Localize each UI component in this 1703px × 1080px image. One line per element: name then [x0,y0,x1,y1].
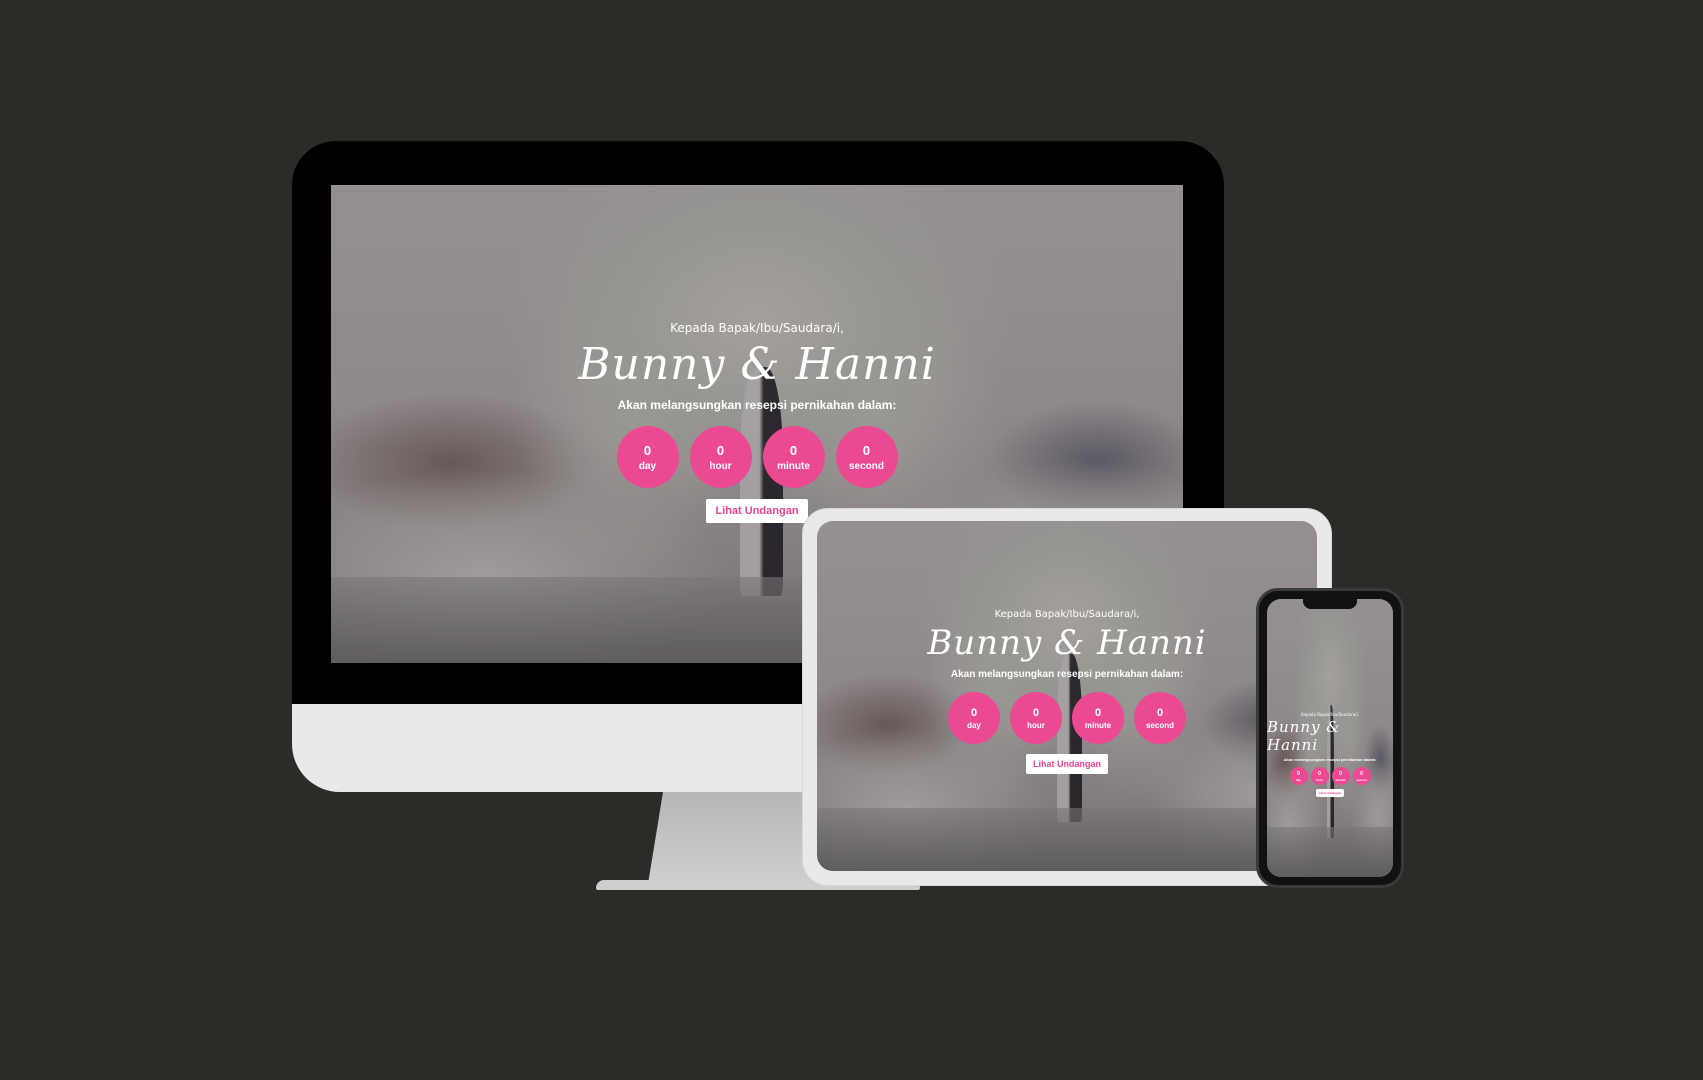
countdown-minute: 0 minute [762,426,825,488]
greeting-text: Kepada Bapak/Ibu/Saudara/i, [994,609,1140,620]
countdown-second-label: second [848,460,884,472]
tablet-screen: Kepada Bapak/Ibu/Saudara/i, Bunny & Hann… [817,521,1317,871]
countdown-second: 0 second [1134,692,1186,744]
countdown-timer: 0 day 0 hour 0 minute 0 second [616,426,898,488]
countdown-second-value: 0 [862,442,871,458]
countdown-day-value: 0 [1297,770,1300,777]
phone-notch [1303,599,1357,609]
countdown-second: 0 second [835,426,898,488]
couple-name-heading: Bunny & Hanni [927,623,1207,663]
countdown-second-label: second [1356,777,1367,782]
countdown-hour-value: 0 [1032,706,1040,719]
view-invitation-button[interactable]: Lihat Undangan [706,499,808,523]
countdown-day: 0 day [616,426,679,488]
phone-device: Kepada Bapak/Ibu/Saudara/i, Bunny & Hann… [1256,588,1404,888]
countdown-minute-label: minute [1084,720,1112,730]
countdown-hour-label: hour [1316,777,1323,782]
device-mockup-stage: Kepada Bapak/Ibu/Saudara/i, Bunny & Hann… [0,0,1703,1080]
tablet-device: Kepada Bapak/Ibu/Saudara/i, Bunny & Hann… [802,508,1332,886]
reception-subtitle: Akan melangsungkan resepsi pernikahan da… [950,669,1184,680]
countdown-day-value: 0 [643,442,652,458]
countdown-second-value: 0 [1360,770,1363,777]
countdown-day-label: day [638,460,657,472]
countdown-hour: 0 hour [1310,767,1329,785]
phone-screen: Kepada Bapak/Ibu/Saudara/i, Bunny & Hann… [1267,599,1393,877]
countdown-hour-value: 0 [716,442,725,458]
invitation-hero: Kepada Bapak/Ibu/Saudara/i, Bunny & Hann… [817,521,1317,871]
countdown-hour: 0 hour [1010,692,1062,744]
view-invitation-button[interactable]: Lihat Undangan [1026,754,1108,774]
countdown-hour-value: 0 [1318,770,1321,777]
countdown-minute-label: minute [777,460,810,472]
countdown-second: 0 second [1352,767,1371,785]
countdown-minute-value: 0 [789,442,798,458]
countdown-day-label: day [1295,777,1302,782]
countdown-timer: 0 day 0 hour 0 minute 0 second [948,692,1186,744]
countdown-minute-value: 0 [1339,770,1342,777]
invitation-hero: Kepada Bapak/Ibu/Saudara/i, Bunny & Hann… [1267,599,1393,877]
countdown-minute-value: 0 [1094,706,1102,719]
countdown-second-value: 0 [1156,706,1164,719]
countdown-timer: 0 day 0 hour 0 minute 0 second [1289,767,1371,785]
countdown-day: 0 day [948,692,1000,744]
reception-subtitle: Akan melangsungkan resepsi pernikahan da… [617,398,897,412]
countdown-hour-label: hour [709,460,732,472]
countdown-minute-label: minute [1335,777,1346,782]
countdown-hour-label: hour [1027,720,1045,730]
countdown-day: 0 day [1289,767,1308,785]
countdown-minute: 0 minute [1331,767,1350,785]
countdown-minute: 0 minute [1072,692,1124,744]
couple-name-heading: Bunny & Hanni [1267,718,1341,754]
reception-subtitle: Akan melangsungkan resepsi pernikahan da… [1283,757,1377,762]
greeting-text: Kepada Bapak/Ibu/Saudara/i, [670,321,844,335]
view-invitation-button[interactable]: Lihat Undangan [1315,789,1345,797]
couple-name-heading: Bunny & Hanni [578,339,936,390]
countdown-hour: 0 hour [689,426,752,488]
countdown-second-label: second [1145,720,1174,730]
countdown-day-value: 0 [970,706,978,719]
greeting-text: Kepada Bapak/Ibu/Saudara/i, [1301,712,1359,717]
countdown-day-label: day [967,720,981,730]
